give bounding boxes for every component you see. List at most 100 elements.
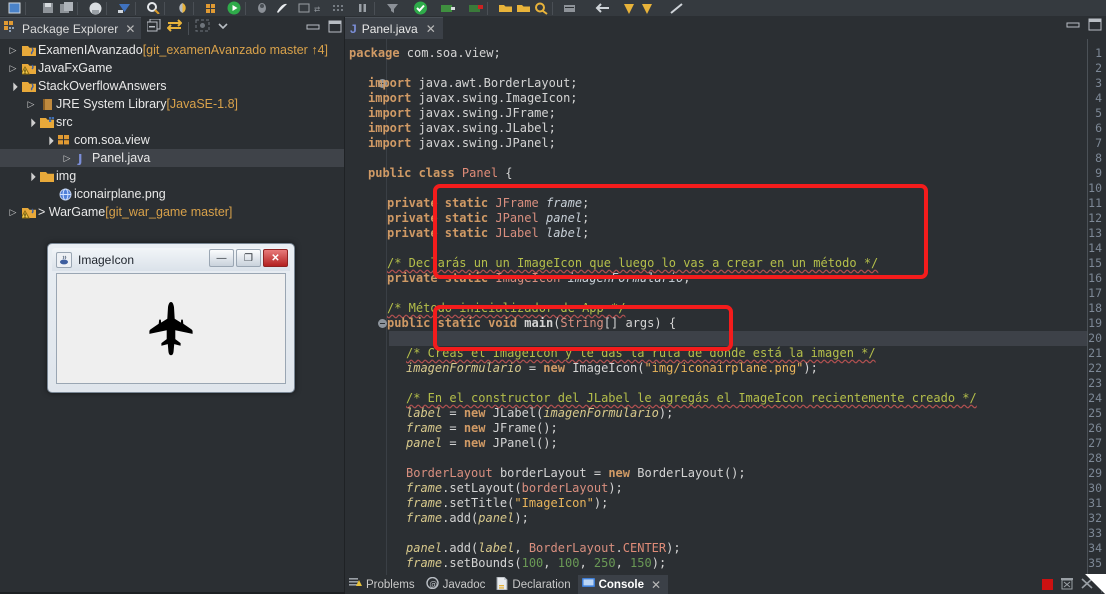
last-edit-location-icon[interactable] — [173, 1, 191, 16]
pause-icon[interactable] — [354, 1, 372, 16]
pencil-icon[interactable] — [668, 1, 686, 16]
code-token: ImageIcon — [495, 271, 561, 285]
line-number: 10 — [1088, 181, 1102, 195]
open-resource-icon[interactable] — [115, 1, 133, 16]
tree-item-label: iconairplane.png — [74, 187, 166, 201]
expand-arrow-open-icon[interactable]: ◢ — [41, 132, 57, 148]
code-token: imagenFormulario — [406, 361, 522, 375]
code-token: import — [368, 136, 419, 150]
save-all-icon[interactable] — [57, 1, 75, 16]
debug-icon[interactable] — [254, 1, 272, 16]
focus-on-active-task-icon[interactable] — [195, 19, 210, 37]
new-interface-icon[interactable]: ⇄ — [313, 1, 331, 16]
tab-package-explorer[interactable]: Package Explorer ✕ — [0, 17, 142, 39]
filter-icon[interactable] — [383, 1, 401, 16]
debug-config-icon[interactable] — [467, 1, 485, 16]
tree-item-exameniavanzado[interactable]: ▷ ExamenIAvanzado [git_examenAvanzado mas… — [0, 41, 345, 59]
new-wizard-icon[interactable] — [5, 1, 23, 16]
bottom-tabs[interactable]: Problems @ Javadoc Declaration Console ✕ — [345, 575, 1106, 594]
code-fold-toggle[interactable] — [378, 319, 387, 328]
code-token: private static — [387, 196, 496, 210]
code-token: label — [545, 226, 583, 240]
line-number: 25 — [1088, 406, 1102, 420]
tree-item-stackoverflowanswers[interactable]: ◢ StackOverflowAnswers — [0, 77, 345, 95]
expand-arrow-open-icon[interactable]: ◢ — [5, 78, 21, 94]
chevron-down-icon[interactable] — [216, 19, 230, 37]
code-token: panel — [406, 541, 443, 555]
redo-icon[interactable] — [640, 1, 658, 16]
tree-item-jre-system-library[interactable]: ▷ JRE System Library [JavaSE-1.8] — [0, 95, 345, 113]
code-line: frame.add(panel); — [406, 511, 529, 526]
run-config-icon[interactable] — [439, 1, 457, 16]
expand-arrow-closed-icon[interactable]: ▷ — [6, 63, 20, 74]
validate-icon[interactable] — [411, 1, 429, 16]
tree-item-label: JavaFxGame — [38, 61, 113, 75]
tree-item-javafxgame[interactable]: ▷ JavaFxGame — [0, 59, 345, 77]
minimize-button[interactable]: — — [209, 249, 234, 267]
close-icon[interactable]: ✕ — [651, 578, 661, 592]
tree-item-src[interactable]: ◢ src — [0, 113, 345, 131]
collapse-all-icon[interactable] — [146, 18, 161, 37]
print-icon[interactable] — [86, 1, 104, 16]
run-icon[interactable] — [225, 1, 243, 16]
bottom-tab-declaration[interactable]: Declaration — [492, 575, 577, 594]
expand-arrow-closed-icon[interactable]: ▷ — [6, 45, 20, 56]
link-with-editor-icon[interactable] — [166, 19, 183, 37]
close-icon[interactable]: ✕ — [125, 22, 135, 36]
tree-item-iconairplane-png[interactable]: iconairplane.png — [0, 185, 345, 203]
code-line: frame = new JFrame(); — [406, 421, 558, 436]
tree-item-com-soa-view[interactable]: ◢ com.soa.view — [0, 131, 345, 149]
code-line: private static ImageIcon imagenFormulari… — [387, 271, 690, 286]
search-resource-icon[interactable] — [144, 1, 162, 16]
code-token: frame — [406, 511, 443, 525]
minimize-icon[interactable] — [306, 20, 320, 38]
expand-arrow-closed-icon[interactable]: ▷ — [6, 207, 20, 218]
back-navigate-icon[interactable] — [594, 1, 612, 16]
grid-icon[interactable] — [331, 1, 349, 16]
tree-item-label: com.soa.view — [74, 133, 150, 147]
minimize-icon[interactable] — [1066, 18, 1080, 36]
save-icon[interactable] — [39, 1, 57, 16]
code-token: JLabel — [492, 406, 537, 420]
open-type-icon[interactable] — [561, 1, 579, 16]
line-number: 35 — [1088, 556, 1102, 570]
expand-arrow-open-icon[interactable]: ◢ — [23, 168, 39, 184]
expand-arrow-closed-icon[interactable]: ▷ — [60, 153, 74, 164]
expand-arrow-open-icon[interactable]: ◢ — [23, 114, 39, 130]
close-button[interactable]: ✕ — [263, 249, 288, 267]
imageicon-swing-window[interactable]: ImageIcon — ❐ ✕ — [47, 243, 295, 393]
tree-item-wargame[interactable]: ▷ > WarGame [git_war_game master] — [0, 203, 345, 221]
coverage-icon[interactable] — [272, 1, 290, 16]
tab-panel-java[interactable]: J Panel.java ✕ — [345, 17, 443, 39]
expand-arrow-closed-icon[interactable]: ▷ — [24, 99, 38, 110]
open-folder-2-icon[interactable] — [514, 1, 532, 16]
airplane-icon — [148, 301, 194, 356]
tree-item-img[interactable]: ◢ img — [0, 167, 345, 185]
search-icon[interactable] — [532, 1, 550, 16]
new-class-icon[interactable] — [295, 1, 313, 16]
tree-item-panel-java[interactable]: ▷ J Panel.java — [0, 149, 345, 167]
terminate-icon[interactable] — [1042, 577, 1053, 594]
swing-window-titlebar[interactable]: ImageIcon — ❐ ✕ — [52, 248, 290, 271]
code-area[interactable]: 1 package com.soa.view; 2 3 import java.awt.… — [345, 39, 1106, 575]
new-package-icon[interactable] — [202, 1, 220, 16]
maximize-icon[interactable] — [328, 20, 342, 38]
code-token: private static — [387, 271, 496, 285]
maximize-button[interactable]: ❐ — [236, 249, 261, 267]
resize-corner[interactable] — [1080, 574, 1106, 594]
open-folder-icon[interactable] — [496, 1, 514, 16]
code-token: JLabel — [495, 226, 539, 240]
maximize-icon[interactable] — [1088, 18, 1102, 36]
close-icon[interactable]: ✕ — [426, 22, 436, 36]
code-token: ); — [593, 496, 609, 510]
bottom-tab-problems[interactable]: Problems — [345, 575, 422, 594]
toolbar-separator — [106, 1, 113, 15]
bottom-tab-javadoc[interactable]: @ Javadoc — [422, 575, 493, 594]
code-line: import java.awt.BorderLayout; — [368, 76, 578, 91]
undo-icon[interactable] — [622, 1, 640, 16]
remove-all-terminated-icon[interactable] — [1061, 577, 1073, 594]
bottom-tab-console[interactable]: Console ✕ — [577, 575, 669, 594]
bottom-tab-label: Problems — [366, 578, 415, 591]
